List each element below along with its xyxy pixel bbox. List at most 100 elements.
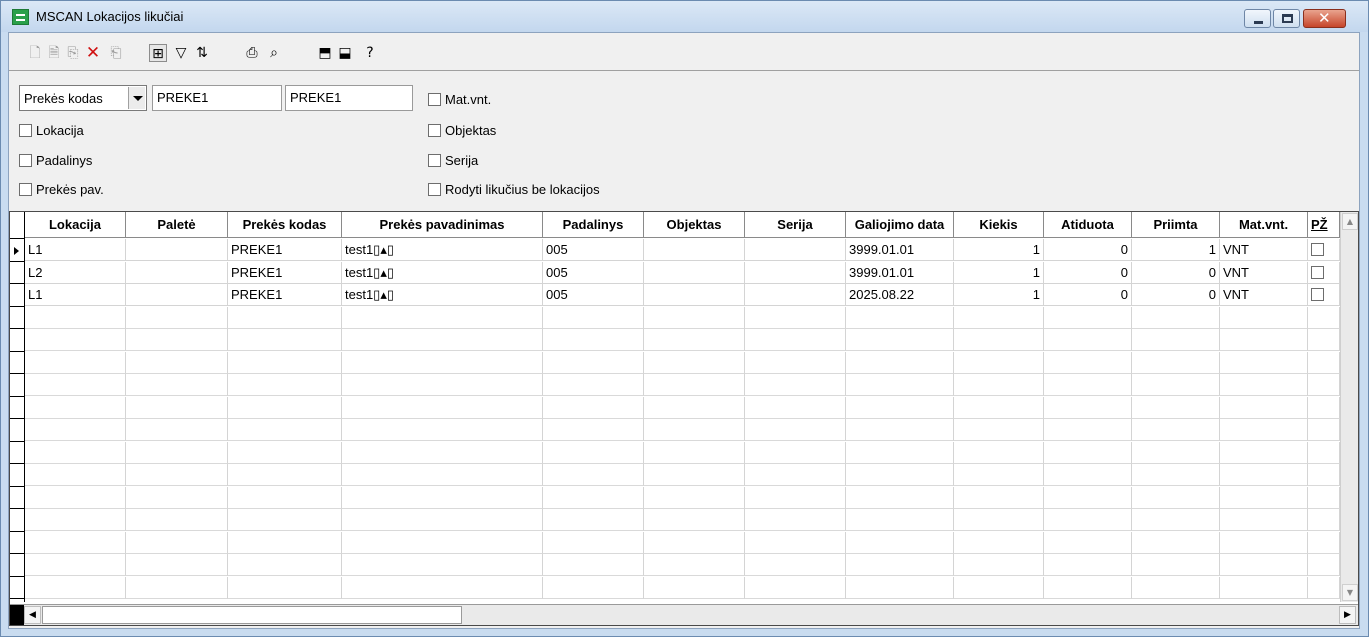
empty-cell[interactable] — [644, 531, 745, 554]
empty-cell[interactable] — [543, 531, 644, 554]
empty-cell[interactable] — [644, 419, 745, 441]
scroll-left-icon[interactable]: ◀ — [24, 606, 41, 624]
empty-cell[interactable] — [954, 531, 1044, 554]
empty-cell[interactable] — [1220, 419, 1308, 441]
empty-cell[interactable] — [1132, 329, 1220, 351]
cell-atiduota[interactable]: 0 — [1044, 239, 1132, 261]
empty-cell[interactable] — [1308, 306, 1340, 329]
col-galiojimo-data-header[interactable]: Galiojimo data — [846, 212, 954, 238]
empty-cell[interactable] — [846, 396, 954, 419]
new-doc-icon[interactable]: 🗋 — [26, 44, 44, 62]
row-indicator[interactable] — [10, 397, 24, 419]
empty-cell[interactable] — [1132, 509, 1220, 531]
checkbox-box[interactable] — [428, 154, 441, 167]
empty-cell[interactable] — [543, 486, 644, 509]
checkbox-box[interactable] — [428, 183, 441, 196]
empty-cell[interactable] — [543, 554, 644, 576]
empty-cell[interactable] — [644, 396, 745, 419]
empty-cell[interactable] — [543, 351, 644, 374]
row-indicator[interactable] — [10, 329, 24, 352]
empty-cell[interactable] — [1044, 464, 1132, 486]
col-pz-header[interactable]: PŽ — [1308, 212, 1340, 238]
empty-cell[interactable] — [25, 464, 126, 486]
paste-icon[interactable]: ⎗ — [107, 44, 125, 62]
empty-cell[interactable] — [342, 329, 543, 351]
empty-cell[interactable] — [644, 351, 745, 374]
empty-cell[interactable] — [1220, 329, 1308, 351]
empty-cell[interactable] — [228, 306, 342, 329]
empty-cell[interactable] — [1044, 329, 1132, 351]
data-grid[interactable]: ▲ ▼ ◀ ▶ Lokacija Paletė Prekės kodas Prekės… — [9, 211, 1359, 626]
empty-cell[interactable] — [954, 374, 1044, 396]
empty-cell[interactable] — [126, 486, 228, 509]
empty-cell[interactable] — [25, 351, 126, 374]
empty-cell[interactable] — [1308, 396, 1340, 419]
title-bar[interactable]: MSCAN Lokacijos likučiai ✕ — [1, 1, 1368, 32]
cell-galiojimo-data[interactable]: 3999.01.01 — [846, 261, 954, 284]
cell-prekes-kodas[interactable]: PREKE1 — [228, 239, 342, 261]
cell-priimta[interactable]: 1 — [1132, 239, 1220, 261]
empty-cell[interactable] — [846, 554, 954, 576]
empty-cell[interactable] — [1308, 576, 1340, 599]
checkbox-box[interactable] — [19, 154, 32, 167]
empty-cell[interactable] — [954, 396, 1044, 419]
checkbox-prekes-pav[interactable]: Prekės pav. — [19, 182, 104, 198]
empty-cell[interactable] — [126, 441, 228, 464]
empty-cell[interactable] — [745, 374, 846, 396]
empty-cell[interactable] — [1220, 374, 1308, 396]
cell-kiekis[interactable]: 1 — [954, 261, 1044, 284]
horizontal-scrollbar[interactable]: ◀ ▶ — [10, 604, 1358, 625]
empty-cell[interactable] — [342, 576, 543, 599]
cell-serija[interactable] — [745, 239, 846, 261]
empty-cell[interactable] — [1132, 441, 1220, 464]
checkbox-lokacija[interactable]: Lokacija — [19, 123, 84, 139]
row-indicator[interactable] — [10, 509, 24, 532]
vertical-scrollbar[interactable]: ▲ ▼ — [1340, 212, 1358, 602]
empty-cell[interactable] — [1132, 531, 1220, 554]
pz-checkbox[interactable] — [1311, 265, 1324, 279]
empty-cell[interactable] — [745, 419, 846, 441]
empty-cell[interactable] — [1220, 486, 1308, 509]
empty-cell[interactable] — [543, 419, 644, 441]
empty-cell[interactable] — [126, 554, 228, 576]
empty-cell[interactable] — [745, 351, 846, 374]
empty-cell[interactable] — [846, 329, 954, 351]
cell-galiojimo-data[interactable]: 3999.01.01 — [846, 239, 954, 261]
empty-cell[interactable] — [25, 531, 126, 554]
empty-cell[interactable] — [1220, 306, 1308, 329]
empty-cell[interactable] — [25, 576, 126, 599]
delete-icon[interactable]: ✕ — [84, 44, 102, 62]
empty-cell[interactable] — [1308, 374, 1340, 396]
empty-cell[interactable] — [1220, 509, 1308, 531]
empty-cell[interactable] — [644, 576, 745, 599]
export-icon[interactable]: ⬓ — [336, 44, 354, 62]
help-icon[interactable]: ? — [361, 44, 379, 62]
col-objektas-header[interactable]: Objektas — [644, 212, 745, 238]
cell-priimta[interactable]: 0 — [1132, 261, 1220, 284]
row-indicator[interactable] — [10, 419, 24, 442]
cell-serija[interactable] — [745, 261, 846, 284]
col-prekes-pavadinimas-header[interactable]: Prekės pavadinimas — [342, 212, 543, 238]
empty-cell[interactable] — [342, 486, 543, 509]
empty-cell[interactable] — [342, 509, 543, 531]
empty-cell[interactable] — [846, 374, 954, 396]
row-indicator[interactable] — [10, 554, 24, 577]
empty-cell[interactable] — [1044, 441, 1132, 464]
empty-cell[interactable] — [1308, 486, 1340, 509]
empty-cell[interactable] — [228, 441, 342, 464]
col-kiekis-header[interactable]: Kiekis — [954, 212, 1044, 238]
empty-cell[interactable] — [1044, 374, 1132, 396]
empty-cell[interactable] — [126, 329, 228, 351]
empty-cell[interactable] — [1132, 464, 1220, 486]
empty-cell[interactable] — [846, 419, 954, 441]
chevron-down-icon[interactable] — [128, 87, 145, 109]
empty-cell[interactable] — [1220, 554, 1308, 576]
empty-cell[interactable] — [1044, 419, 1132, 441]
empty-cell[interactable] — [543, 306, 644, 329]
checkbox-box[interactable] — [428, 124, 441, 137]
checkbox-box[interactable] — [428, 93, 441, 106]
empty-cell[interactable] — [228, 419, 342, 441]
empty-cell[interactable] — [543, 374, 644, 396]
empty-cell[interactable] — [846, 306, 954, 329]
empty-cell[interactable] — [644, 374, 745, 396]
